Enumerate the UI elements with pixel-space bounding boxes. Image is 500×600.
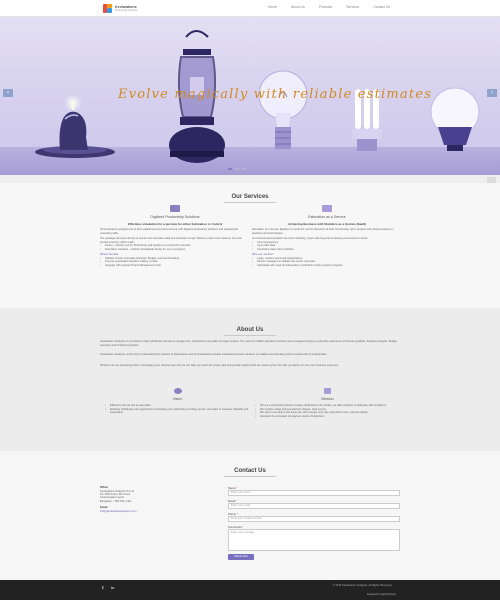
address-line: Bangalore – 560 034, India: [100, 499, 132, 503]
nav-home[interactable]: Home: [268, 5, 277, 9]
nav-products[interactable]: Products: [319, 5, 332, 9]
linkedin-icon[interactable]: in: [111, 585, 115, 590]
vision-heading: Vision: [172, 397, 183, 401]
site-footer: 𝕥 in © 2015 Kevlarations Analytics. All …: [0, 580, 500, 600]
social-links: 𝕥 in: [102, 585, 114, 590]
name-field[interactable]: Enter your name: [228, 490, 400, 496]
mission-block: Mission We are a productivity-based comp…: [255, 388, 400, 418]
contact-info: Office Kevlarations Analytics Pvt Ltd No…: [100, 483, 210, 513]
mission-list: We are a productivity-based company dedi…: [255, 404, 400, 418]
site-logo[interactable]: Kevlarations Productivity Analytics: [103, 3, 141, 14]
nav-about[interactable]: About Us: [291, 5, 305, 9]
vision-list: Efficiency, fast as well as assurable. E…: [105, 404, 250, 415]
copyright-text: © 2015 Kevlarations Analytics. All Right…: [332, 584, 392, 587]
service-list: Validate Vendor proposals; Estimate; Bud…: [100, 257, 250, 268]
title-rule: [224, 335, 276, 336]
list-item: Individuals who need an independent veri…: [252, 264, 402, 268]
title-rule: [224, 476, 276, 477]
contact-title: Contact Us: [234, 468, 266, 474]
message-field[interactable]: Enter your message: [228, 529, 400, 551]
designed-by-text: Designed by AppFirstComp: [366, 593, 396, 596]
service-list: Large, medium and small organizations Se…: [252, 257, 402, 268]
nav-contact[interactable]: Contact Us: [373, 5, 390, 9]
services-title: Our Services: [231, 194, 269, 200]
service-eaas: Estimation as a Service Achieving Busine…: [252, 205, 402, 267]
service-list: Evolve – Monitor tool for Productivity a…: [100, 244, 250, 251]
service-heading: Estimation as a Service: [308, 215, 346, 219]
slider-dot[interactable]: [242, 168, 246, 170]
hero-slider: Evolve magically with reliable estimates…: [0, 17, 500, 175]
service-list: Cost transparency Up-to-date data Consis…: [252, 241, 402, 252]
email-field[interactable]: Enter your email: [228, 503, 400, 509]
site-header: Kevlarations Productivity Analytics Home…: [0, 0, 500, 17]
contact-form: Name * Enter your name Email * Enter you…: [228, 486, 400, 560]
list-item: Enabling individuals and organizations e…: [105, 408, 250, 415]
slider-dots: [228, 168, 246, 170]
list-item: Consistent views with prediction: [252, 248, 402, 252]
stack-icon: [170, 205, 180, 212]
twitter-icon[interactable]: 𝕥: [102, 585, 104, 590]
phone-field[interactable]: Enter your contact number: [228, 516, 400, 522]
service-paragraph: Estimation as a Service (EaaS) is a mode…: [252, 228, 394, 235]
main-nav: Home About Us Products Services Contact …: [254, 5, 390, 9]
list-item: Integrate with popular Project Managemen…: [100, 264, 250, 268]
service-digitized: Digitized Productivity Solutions Effortl…: [100, 205, 250, 267]
service-subheading: Effortless simulation for a purview for …: [127, 222, 223, 226]
title-rule: [224, 202, 276, 203]
about-title: About Us: [236, 327, 264, 333]
nav-services[interactable]: Services: [346, 5, 359, 9]
hero-tagline: Evolve magically with reliable estimates: [118, 87, 433, 102]
slider-next-button[interactable]: ›: [487, 89, 497, 97]
slider-dot[interactable]: [235, 168, 239, 170]
about-paragraph: Kevlarations Analytics, at the helm of d…: [100, 353, 328, 356]
logo-mark: [103, 4, 112, 13]
submit-button[interactable]: Submit Now: [228, 554, 254, 560]
email-link[interactable]: info@kevlarationsanalytics.com: [100, 510, 210, 513]
service-heading: Digitized Productivity Solutions: [150, 215, 200, 219]
about-paragraph: Kevlarations Analytics is committed to h…: [100, 340, 397, 347]
list-item: Estimation solutions – Unlock unbreakabl…: [100, 248, 250, 252]
vision-block: Vision Efficiency, fast as well as assur…: [105, 388, 250, 415]
chart-icon: [322, 205, 332, 212]
service-subheading: Achieving Business with Statistics as a …: [288, 222, 366, 226]
service-paragraph: The package will cover all help to ensur…: [100, 237, 242, 244]
about-paragraph: Whether you are estimating today or leve…: [100, 364, 339, 367]
slider-prev-button[interactable]: ‹: [3, 89, 13, 97]
slider-dot[interactable]: [228, 168, 232, 170]
heart-icon: [324, 388, 331, 394]
list-item: Ascertain the estimated comparison sheds…: [255, 415, 400, 419]
mission-heading: Mission: [321, 397, 334, 401]
eye-icon: [173, 388, 182, 394]
service-paragraph: All Kevlarations analytics are at their …: [100, 228, 238, 235]
logo-tagline: Productivity Analytics: [115, 9, 138, 12]
